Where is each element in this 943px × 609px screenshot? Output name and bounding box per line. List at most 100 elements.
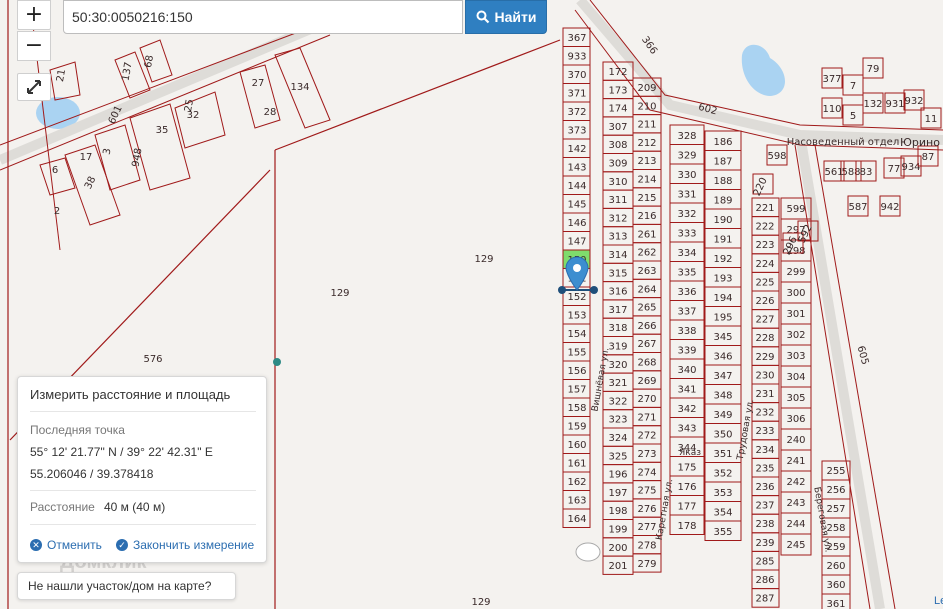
parcel-label: 336 xyxy=(677,287,696,298)
parcel-label: 262 xyxy=(637,248,656,259)
parcel-label: 304 xyxy=(786,372,805,383)
finish-measure-link[interactable]: ✓ Закончить измерение xyxy=(116,538,254,552)
parcel-label: 351 xyxy=(713,449,732,460)
parcel-label: 145 xyxy=(567,200,586,211)
parcel-label: 146 xyxy=(567,218,586,229)
parcel-label: 214 xyxy=(637,175,656,186)
parcel-label: 316 xyxy=(608,287,627,298)
parcel-label: 227 xyxy=(755,315,774,326)
parcel-label: 276 xyxy=(637,504,656,515)
measure-point xyxy=(558,286,566,294)
area-label: 129 xyxy=(471,597,490,608)
parcel-label: 942 xyxy=(880,202,899,213)
parcel-label: 307 xyxy=(608,122,627,133)
parcel-label: 161 xyxy=(567,459,586,470)
parcel-label: 2 xyxy=(54,206,60,217)
parcel-label: 587 xyxy=(848,202,867,213)
parcel-label: 198 xyxy=(608,506,627,517)
parcel-label: 360 xyxy=(826,580,845,591)
parcel-label: 21 xyxy=(55,68,68,82)
building-marker xyxy=(575,542,601,562)
parcel-label: 278 xyxy=(637,541,656,552)
parcel-label: 308 xyxy=(608,140,627,151)
parcel-label: 323 xyxy=(608,415,627,426)
parcel-label: 377 xyxy=(822,74,841,85)
not-found-parcel-link[interactable]: Не нашли участок/дом на карте? xyxy=(17,572,236,600)
parcel-label: 242 xyxy=(786,477,805,488)
parcel-label: 257 xyxy=(826,504,845,515)
parcel-label: 245 xyxy=(786,540,805,551)
parcel-label: 313 xyxy=(608,232,627,243)
parcel-label: 352 xyxy=(713,469,732,480)
parcel-label: 370 xyxy=(567,70,586,81)
parcel-label: 267 xyxy=(637,339,656,350)
parcel-label: 209 xyxy=(637,83,656,94)
parcel-label: 266 xyxy=(637,321,656,332)
parcel-label: 213 xyxy=(637,156,656,167)
parcel-label: 197 xyxy=(608,488,627,499)
parcel-label: 143 xyxy=(567,163,586,174)
parcel-label: 199 xyxy=(608,525,627,536)
parcel-label: 160 xyxy=(567,440,586,451)
parcel-label: 231 xyxy=(755,389,774,400)
parcel-label: 147 xyxy=(567,237,586,248)
parcel-label: 200 xyxy=(608,543,627,554)
parcel-label: 233 xyxy=(755,426,774,437)
parcel-label: 311 xyxy=(608,195,627,206)
parcel-label: 367 xyxy=(567,33,586,44)
parcel-label: 17 xyxy=(80,152,93,163)
search-input[interactable] xyxy=(63,0,463,34)
parcel-label: 279 xyxy=(637,559,656,570)
parcel-label: 332 xyxy=(677,209,696,220)
parcel-label: 35 xyxy=(156,125,169,136)
parcel-label: 270 xyxy=(637,394,656,405)
area-label: 129 xyxy=(474,254,493,265)
parcel-label: 68 xyxy=(143,54,156,68)
attribution-link[interactable]: Le xyxy=(934,595,943,607)
parcel-label: 334 xyxy=(677,248,696,259)
parcel-label: 272 xyxy=(637,431,656,442)
parcel-label: 335 xyxy=(677,268,696,279)
parcel-label: 309 xyxy=(608,159,627,170)
parcel-label: 302 xyxy=(786,330,805,341)
measure-panel-title: Измерить расстояние и площадь xyxy=(30,387,231,402)
parcel-label: 229 xyxy=(755,352,774,363)
parcel-label: 345 xyxy=(713,332,732,343)
parcel-label: 155 xyxy=(567,348,586,359)
parcel-label: 237 xyxy=(755,501,774,512)
place-label: Насоведенный отдел xyxy=(787,137,899,148)
parcel-label: 306 xyxy=(786,414,805,425)
parcel-label: 261 xyxy=(637,229,656,240)
zoom-out-button[interactable]: − xyxy=(17,31,51,61)
parcel-label: 244 xyxy=(786,519,805,530)
parcel-label: 324 xyxy=(608,433,627,444)
parcel-label: 222 xyxy=(755,222,774,233)
parcel-label: 256 xyxy=(826,485,845,496)
parcel-label: 372 xyxy=(567,107,586,118)
zoom-in-button[interactable]: + xyxy=(17,0,51,30)
parcel-label: 144 xyxy=(567,181,586,192)
search-button[interactable]: Найти xyxy=(465,0,547,34)
parcel-label: 27 xyxy=(252,78,265,89)
parcel-label: 255 xyxy=(826,466,845,477)
cancel-measure-link[interactable]: ✕ Отменить xyxy=(30,538,102,552)
parcel-label: 142 xyxy=(567,144,586,155)
parcel-label: 159 xyxy=(567,422,586,433)
fullscreen-button[interactable] xyxy=(17,73,51,101)
parcel-label: 348 xyxy=(713,391,732,402)
parcel-label: 265 xyxy=(637,303,656,314)
close-icon: ✕ xyxy=(30,539,42,551)
parcel-label: 341 xyxy=(677,385,696,396)
parcel-label: 337 xyxy=(677,307,696,318)
area-label: 129 xyxy=(330,288,349,299)
parcel-label: 338 xyxy=(677,326,696,337)
parcel-label: 373 xyxy=(567,126,586,137)
measure-point xyxy=(273,358,281,366)
divider xyxy=(30,490,256,491)
divider xyxy=(30,524,256,525)
parcel-label: 353 xyxy=(713,488,732,499)
parcel-label: 241 xyxy=(786,456,805,467)
parcel-label: 225 xyxy=(755,277,774,288)
divider xyxy=(30,411,256,412)
search-icon xyxy=(476,10,489,24)
